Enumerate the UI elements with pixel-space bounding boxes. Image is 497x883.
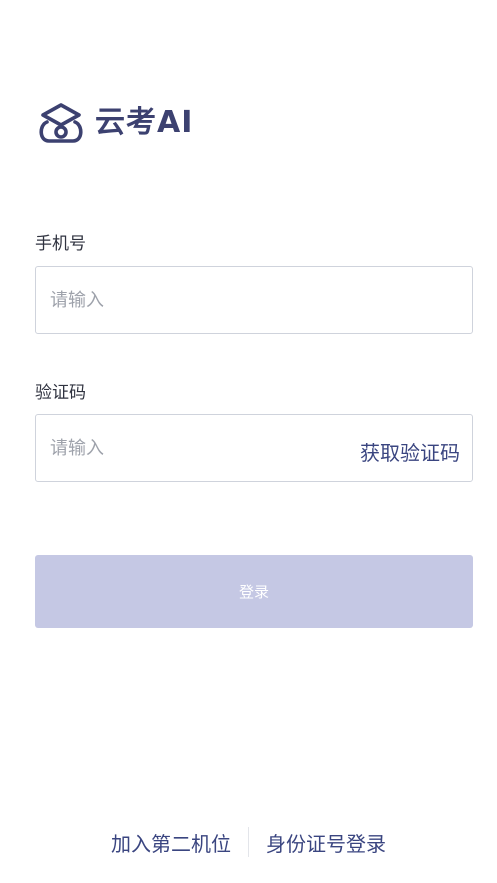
id-card-login-link[interactable]: 身份证号登录 xyxy=(266,828,386,857)
code-input[interactable] xyxy=(50,437,360,459)
app-name: 云考AI xyxy=(95,105,194,140)
footer-links: 加入第二机位 身份证号登录 xyxy=(0,827,497,857)
login-button[interactable]: 登录 xyxy=(35,555,473,628)
phone-input[interactable] xyxy=(50,289,460,311)
graduation-cap-icon xyxy=(39,103,83,143)
join-second-camera-link[interactable]: 加入第二机位 xyxy=(111,828,231,857)
code-label: 验证码 xyxy=(35,383,86,403)
app-logo: 云考AI xyxy=(35,101,193,145)
phone-field[interactable] xyxy=(35,266,473,334)
get-code-button[interactable]: 获取验证码 xyxy=(360,437,460,466)
code-field[interactable]: 获取验证码 xyxy=(35,414,473,482)
footer-divider xyxy=(248,827,249,857)
phone-label: 手机号 xyxy=(35,234,86,254)
